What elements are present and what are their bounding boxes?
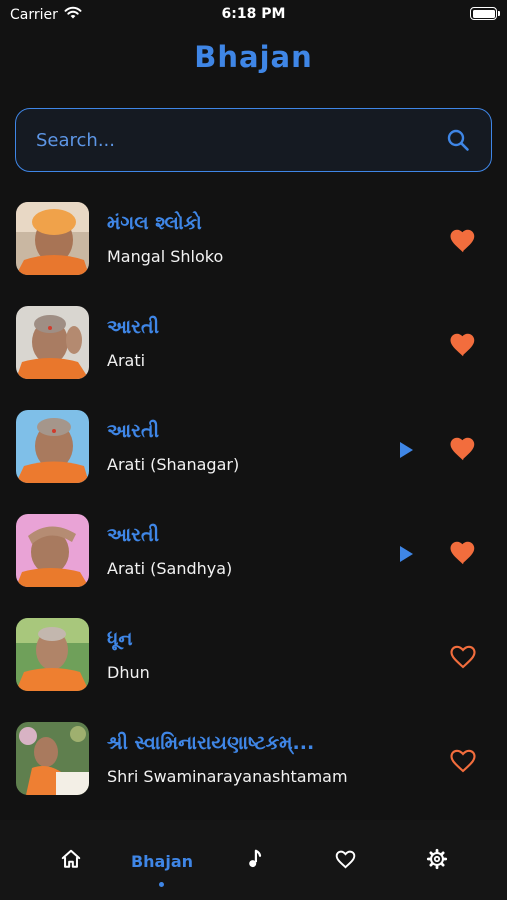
item-title-gujarati: આરતી [107,420,160,442]
clock: 6:18 PM [221,6,286,22]
tab-home[interactable] [58,848,84,874]
battery-icon [470,7,500,20]
play-icon[interactable] [396,544,416,564]
heart-outline-icon [334,848,357,875]
list-item[interactable]: ધૂન Dhun [0,616,507,720]
tab-favorites[interactable] [332,848,358,874]
active-tab-indicator [159,882,164,887]
item-title-gujarati: મંગલ શ્લોકો [107,212,202,234]
list-item[interactable]: શ્રી સ્વામિનારાયણાષ્ટકમ્... Shri Swamina… [0,720,507,824]
list-item[interactable]: આરતી Arati (Sandhya) [0,512,507,616]
favorite-heart-outline-icon[interactable] [448,642,478,672]
page-title: Bhajan [194,40,313,74]
favorite-heart-filled-icon[interactable] [448,538,478,568]
item-title-english: Dhun [107,663,150,682]
status-bar: Carrier 6:18 PM [0,0,507,28]
home-icon [60,848,82,874]
item-title-gujarati: આરતી [107,524,160,546]
bhajan-list: મંગલ શ્લોકો Mangal Shloko આરતી Arati આરત… [0,200,507,824]
tab-bar: Bhajan [0,820,507,900]
favorite-heart-filled-icon[interactable] [448,226,478,256]
gear-icon [426,848,448,874]
item-title-gujarati: ધૂન [107,628,133,650]
thumbnail-image [16,722,89,795]
favorite-heart-filled-icon[interactable] [448,434,478,464]
search-bar[interactable] [15,108,492,172]
music-note-icon [244,848,266,874]
item-title-english: Arati (Sandhya) [107,559,233,578]
tab-settings[interactable] [424,848,450,874]
item-title-english: Arati [107,351,146,370]
favorite-heart-filled-icon[interactable] [448,330,478,360]
tab-bhajan-label: Bhajan [130,851,194,871]
item-title-english: Shri Swaminarayanashtamam [107,767,348,786]
thumbnail-image [16,514,89,587]
item-title-gujarati: શ્રી સ્વામિનારાયણાષ્ટકમ્... [107,732,315,754]
search-icon[interactable] [445,127,471,153]
item-title-english: Mangal Shloko [107,247,224,266]
list-item[interactable]: મંગલ શ્લોકો Mangal Shloko [0,200,507,304]
list-item[interactable]: આરતી Arati (Shanagar) [0,408,507,512]
search-input[interactable] [36,129,445,151]
thumbnail-image [16,618,89,691]
thumbnail-image [16,202,89,275]
thumbnail-image [16,410,89,483]
list-item[interactable]: આરતી Arati [0,304,507,408]
item-title-english: Arati (Shanagar) [107,455,240,474]
favorite-heart-outline-icon[interactable] [448,746,478,776]
play-icon[interactable] [396,440,416,460]
thumbnail-image [16,306,89,379]
tab-music[interactable] [242,848,268,874]
tab-bhajan[interactable]: Bhajan [126,848,198,874]
item-title-gujarati: આરતી [107,316,160,338]
